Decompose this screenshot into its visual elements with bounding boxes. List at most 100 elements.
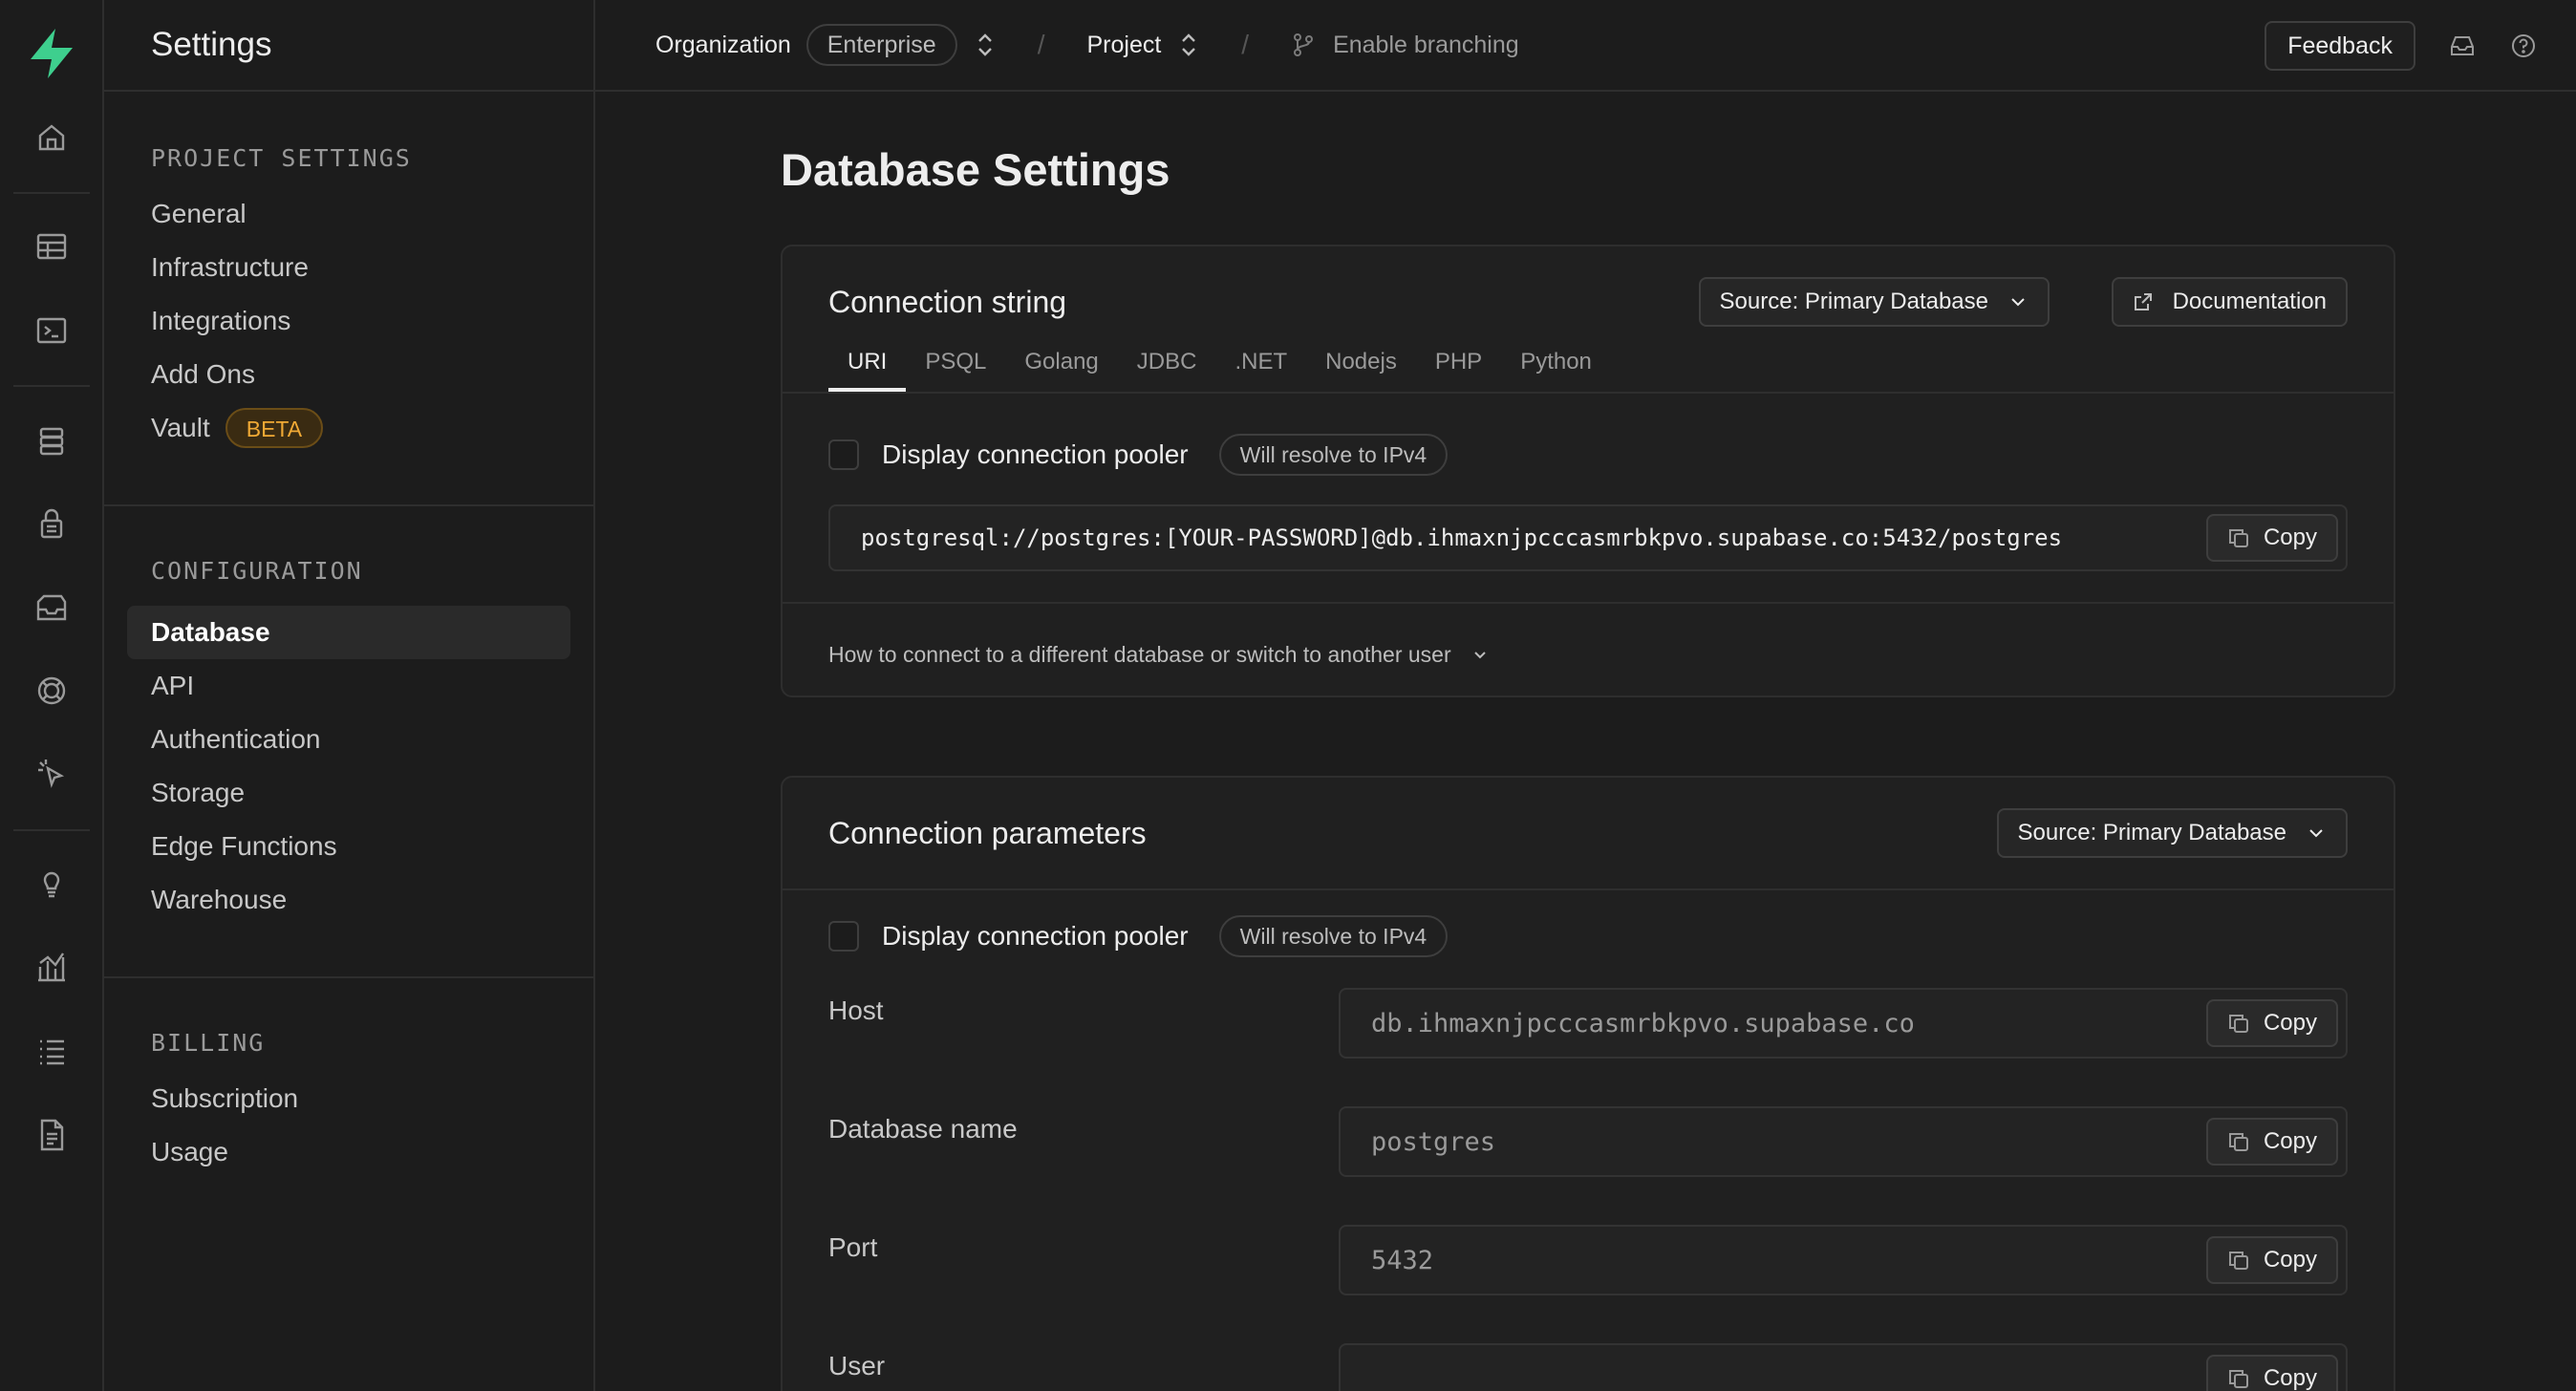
org-label: Organization — [655, 31, 791, 58]
storage-icon[interactable] — [32, 588, 71, 627]
copy-icon — [2228, 1133, 2248, 1151]
chevron-up-down-icon[interactable] — [1178, 31, 1199, 59]
host-field[interactable]: db.ihmaxnjpcccasmrbkpvo.supabase.co Copy — [1339, 988, 2348, 1059]
copy-host-button[interactable]: Copy — [2205, 999, 2338, 1047]
home-icon[interactable] — [32, 118, 71, 157]
connection-uri-field[interactable]: postgresql://postgres:[YOUR-PASSWORD]@db… — [828, 504, 2348, 571]
documentation-button[interactable]: Documentation — [2111, 277, 2348, 327]
settings-sidebar: Settings PROJECT SETTINGS General Infras… — [104, 0, 595, 1391]
copy-label: Copy — [2263, 524, 2317, 550]
copy-icon — [2228, 1252, 2248, 1270]
howto-connect-toggle[interactable]: How to connect to a different database o… — [828, 642, 1490, 668]
sidebar-item-infrastructure[interactable]: Infrastructure — [151, 241, 593, 294]
project-selector[interactable]: Project — [1086, 32, 1161, 59]
sidebar-item-label: Vault — [151, 413, 210, 442]
sidebar-item-subscription[interactable]: Subscription — [151, 1072, 593, 1125]
sidebar-group-title: PROJECT SETTINGS — [151, 144, 412, 172]
feedback-button[interactable]: Feedback — [2265, 21, 2415, 71]
org-selector[interactable]: Enterprise — [805, 24, 957, 66]
param-label-host: Host — [828, 995, 884, 1025]
copy-port-button[interactable]: Copy — [2205, 1236, 2338, 1284]
source-dropdown-label: Source: Primary Database — [1719, 289, 1988, 314]
sql-editor-icon[interactable] — [32, 311, 71, 350]
sidebar-item-usage[interactable]: Usage — [151, 1125, 593, 1179]
chevron-down-icon — [2309, 829, 2323, 838]
sidebar-item-integrations[interactable]: Integrations — [151, 294, 593, 348]
pooler-checkbox[interactable] — [828, 439, 859, 470]
source-dropdown[interactable]: Source: Primary Database — [1698, 277, 2050, 327]
sidebar-item-add-ons[interactable]: Add Ons — [151, 348, 593, 401]
sidebar-group-title: CONFIGURATION — [151, 557, 363, 585]
param-label-user: User — [828, 1351, 886, 1380]
logs-list-icon[interactable] — [32, 1032, 71, 1070]
sidebar-item-label: Subscription — [151, 1083, 299, 1113]
copy-uri-button[interactable]: Copy — [2205, 514, 2338, 562]
pooler-label: Display connection pooler — [882, 439, 1189, 469]
database-icon[interactable] — [32, 422, 71, 460]
edge-functions-icon[interactable] — [32, 755, 71, 793]
reports-chart-icon[interactable] — [32, 948, 71, 986]
sidebar-group-configuration: CONFIGURATION Database API Authenticatio… — [104, 506, 593, 976]
help-icon[interactable] — [2509, 32, 2538, 60]
tab-php[interactable]: PHP — [1416, 340, 1501, 392]
tab-uri[interactable]: URI — [828, 340, 907, 392]
param-label-port: Port — [828, 1232, 878, 1262]
sidebar-item-label: General — [151, 199, 247, 228]
realtime-icon[interactable] — [32, 672, 71, 710]
copy-label: Copy — [2263, 1010, 2317, 1036]
pooler-label: Display connection pooler — [882, 921, 1189, 951]
card-title: Connection string — [828, 285, 1067, 319]
main-content: Database Settings Connection string Sour… — [597, 94, 2576, 1391]
rail-divider — [13, 829, 90, 831]
supabase-logo-icon[interactable] — [27, 27, 76, 80]
connection-uri-value: postgresql://postgres:[YOUR-PASSWORD]@db… — [861, 524, 2063, 551]
sidebar-item-label: Add Ons — [151, 359, 255, 389]
tab-python[interactable]: Python — [1501, 340, 1611, 392]
user-field[interactable]: Copy — [1339, 1343, 2348, 1391]
copy-user-button[interactable]: Copy — [2205, 1355, 2338, 1391]
sidebar-item-general[interactable]: General — [151, 187, 593, 241]
chevron-up-down-icon[interactable] — [975, 31, 996, 59]
sidebar-item-edge-functions[interactable]: Edge Functions — [151, 820, 593, 873]
chevron-down-icon — [1473, 651, 1486, 658]
copy-label: Copy — [2263, 1247, 2317, 1273]
beta-badge: BETA — [225, 408, 324, 448]
connection-string-card: Connection string Source: Primary Databa… — [781, 245, 2395, 697]
database-name-field[interactable]: postgres Copy — [1339, 1106, 2348, 1177]
tab-golang[interactable]: Golang — [1005, 340, 1117, 392]
sidebar-item-label: Warehouse — [151, 885, 288, 914]
auth-lock-icon[interactable] — [32, 504, 71, 543]
tab-dotnet[interactable]: .NET — [1215, 340, 1306, 392]
port-value: 5432 — [1371, 1245, 1434, 1275]
sidebar-item-authentication[interactable]: Authentication — [151, 713, 593, 766]
breadcrumb-separator: / — [1037, 30, 1045, 59]
card-title: Connection parameters — [828, 816, 1147, 850]
tab-psql[interactable]: PSQL — [906, 340, 1005, 392]
rail-divider — [13, 192, 90, 194]
tab-nodejs[interactable]: Nodejs — [1306, 340, 1416, 392]
advisors-bulb-icon[interactable] — [32, 864, 71, 902]
docs-page-icon[interactable] — [32, 1116, 71, 1154]
icon-rail — [0, 0, 104, 1391]
sidebar-item-api[interactable]: API — [151, 659, 593, 713]
top-bar-actions: Feedback — [2265, 0, 2538, 92]
copy-icon — [2228, 1370, 2248, 1388]
enable-branching-button[interactable]: Enable branching — [1333, 32, 1519, 59]
pooler-toggle-row: Display connection pooler Will resolve t… — [828, 915, 1449, 957]
howto-label: How to connect to a different database o… — [828, 642, 1451, 667]
sidebar-item-label: Usage — [151, 1137, 228, 1166]
copy-database-name-button[interactable]: Copy — [2205, 1118, 2338, 1166]
tabs-divider — [783, 392, 2394, 394]
sidebar-item-vault[interactable]: Vault BETA — [151, 401, 593, 455]
table-editor-icon[interactable] — [32, 227, 71, 266]
sidebar-item-database[interactable]: Database — [127, 606, 570, 659]
sidebar-item-warehouse[interactable]: Warehouse — [151, 873, 593, 927]
port-field[interactable]: 5432 Copy — [1339, 1225, 2348, 1295]
sidebar-item-label: Storage — [151, 778, 246, 807]
pooler-checkbox[interactable] — [828, 921, 859, 952]
inbox-icon[interactable] — [2448, 32, 2477, 60]
card-divider — [783, 888, 2394, 890]
source-dropdown[interactable]: Source: Primary Database — [1996, 808, 2348, 858]
sidebar-item-storage[interactable]: Storage — [151, 766, 593, 820]
tab-jdbc[interactable]: JDBC — [1118, 340, 1216, 392]
